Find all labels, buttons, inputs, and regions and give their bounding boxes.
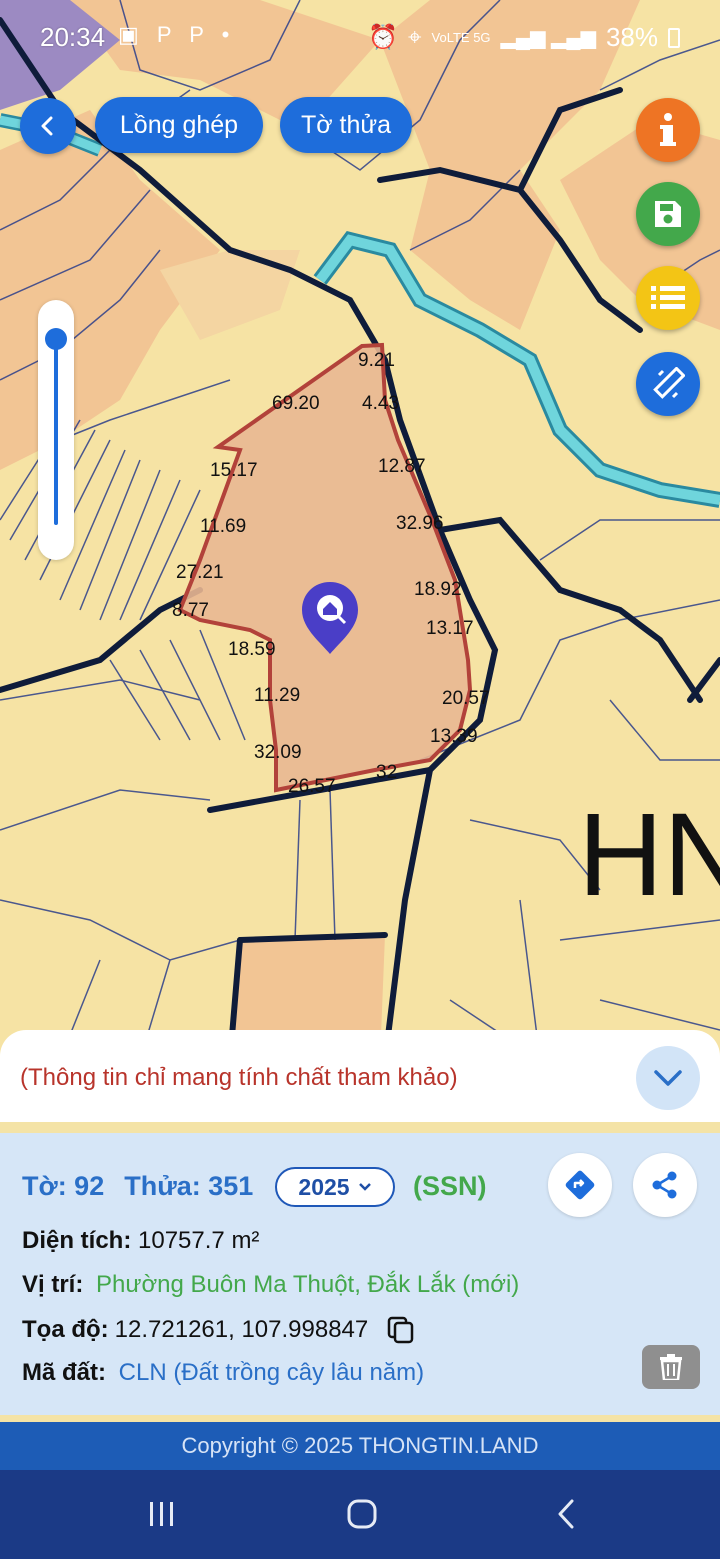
land-code-label: Mã đất:	[22, 1359, 106, 1386]
land-code-row: Mã đất: CLN (Đất trồng cây lâu năm)	[22, 1359, 424, 1387]
chevron-down-icon	[654, 1070, 682, 1086]
back-icon	[558, 1499, 574, 1529]
coordinates-value: 12.721261, 107.998847	[114, 1316, 369, 1343]
info-button[interactable]	[636, 98, 700, 162]
measure-button[interactable]	[636, 352, 700, 416]
save-button[interactable]	[636, 182, 700, 246]
zoom-track	[54, 340, 58, 525]
land-code-value: CLN (Đất trồng cây lâu năm)	[118, 1359, 425, 1386]
app-root: HN 9.21 69.20 4.43 15.17 12.87 11.69 32.…	[0, 0, 720, 1559]
map-view[interactable]: HN 9.21 69.20 4.43 15.17 12.87 11.69 32.…	[0, 0, 720, 1060]
edge-label: 11.69	[200, 516, 246, 537]
edge-label: 8.77	[172, 600, 209, 621]
coordinates-row: Tọa độ: 12.721261, 107.998847	[22, 1315, 416, 1345]
edge-label: 18.92	[414, 579, 462, 600]
edge-label: 11.29	[254, 685, 300, 706]
location-label: Vị trí:	[22, 1271, 84, 1298]
coordinates-label: Tọa độ:	[22, 1316, 109, 1343]
status-time: 20:34	[40, 22, 106, 52]
edge-label: 26.57	[288, 776, 336, 797]
status-bar: 20:34 ▣ P P • ⏰ ⌖ VoLTE 5G ▂▄▆ ▂▄▆ 38%	[0, 0, 720, 70]
edge-label: 13.17	[426, 618, 474, 639]
parcel-info-panel: Tờ: 92 Thửa: 351 2025 (SSN) Diện tích: 1…	[0, 1133, 720, 1415]
layer-overlay-button[interactable]: Lồng ghép	[95, 97, 263, 153]
disclaimer-text: (Thông tin chỉ mang tính chất tham khảo)	[20, 1064, 458, 1091]
location-row: Vị trí: Phường Buôn Ma Thuột, Đắk Lắk (m…	[22, 1271, 519, 1299]
copy-icon[interactable]	[386, 1315, 416, 1345]
edge-label: 4.43	[362, 393, 399, 414]
directions-button[interactable]	[548, 1153, 612, 1217]
edge-label: 32.09	[254, 742, 302, 763]
district-label: HN	[578, 789, 720, 921]
home-button[interactable]	[330, 1490, 394, 1538]
bottom-sheet-header: (Thông tin chỉ mang tính chất tham khảo)	[0, 1030, 720, 1122]
list-button[interactable]	[636, 266, 700, 330]
battery-level: 38%	[605, 22, 658, 52]
edge-label: 32	[376, 762, 397, 783]
edge-label: 27.21	[176, 562, 224, 583]
alarm-icon: ⏰	[368, 24, 398, 51]
battery-icon	[668, 27, 680, 48]
location-value: Phường Buôn Ma Thuột, Đắk Lắk (mới)	[96, 1271, 520, 1298]
edge-label: 32.96	[396, 513, 444, 534]
edge-label: 18.59	[228, 639, 276, 660]
system-nav-bar	[0, 1470, 720, 1559]
edge-label: 69.20	[272, 393, 320, 414]
directions-icon	[565, 1170, 595, 1200]
edge-label: 12.87	[378, 456, 426, 477]
copyright-footer: Copyright © 2025 THONGTIN.LAND	[0, 1422, 720, 1470]
zoom-slider[interactable]	[38, 300, 74, 560]
info-icon	[660, 113, 676, 146]
year-select[interactable]: 2025	[275, 1167, 395, 1207]
collapse-button[interactable]	[636, 1046, 700, 1110]
area-label: Diện tích:	[22, 1227, 132, 1254]
edge-label: 20.57	[442, 688, 490, 709]
delete-button[interactable]	[642, 1345, 700, 1389]
signal-icon: ▂▄▆ ▂▄▆	[500, 27, 596, 49]
status-right: ⏰ ⌖ VoLTE 5G ▂▄▆ ▂▄▆ 38%	[368, 22, 680, 53]
area-value: 10757.7 m²	[138, 1227, 260, 1254]
edge-label: 9.21	[358, 350, 395, 371]
edge-label: 13.39	[430, 726, 478, 747]
map-canvas[interactable]: HN 9.21 69.20 4.43 15.17 12.87 11.69 32.…	[0, 0, 720, 1060]
area-row: Diện tích: 10757.7 m²	[22, 1227, 259, 1255]
edge-label: 15.17	[210, 460, 258, 481]
back-button[interactable]	[20, 98, 76, 154]
list-icon	[651, 286, 685, 309]
network-indicator: VoLTE 5G	[431, 30, 491, 45]
recent-apps-icon	[150, 1502, 173, 1526]
parcel-sheet-button[interactable]: Tờ thửa	[280, 97, 412, 153]
notification-icons: ▣ P P •	[118, 22, 236, 47]
ssn-badge: (SSN)	[413, 1171, 487, 1201]
parcel-id-row: Tờ: 92 Thửa: 351	[22, 1171, 253, 1202]
sheet-number: Tờ: 92	[22, 1171, 105, 1201]
location-icon: ⌖	[408, 23, 422, 51]
share-button[interactable]	[633, 1153, 697, 1217]
chevron-left-icon	[41, 116, 53, 136]
measure-icon	[653, 367, 685, 399]
parcel-number: Thửa: 351	[124, 1171, 254, 1201]
recent-apps-button[interactable]	[130, 1490, 194, 1538]
zoom-handle[interactable]	[45, 328, 67, 350]
chevron-down-icon	[358, 1183, 371, 1191]
home-icon	[347, 1499, 377, 1529]
back-nav-button[interactable]	[534, 1490, 598, 1538]
trash-icon	[660, 1354, 682, 1380]
year-value: 2025	[298, 1173, 350, 1200]
share-icon	[652, 1171, 677, 1199]
save-icon	[655, 201, 681, 227]
